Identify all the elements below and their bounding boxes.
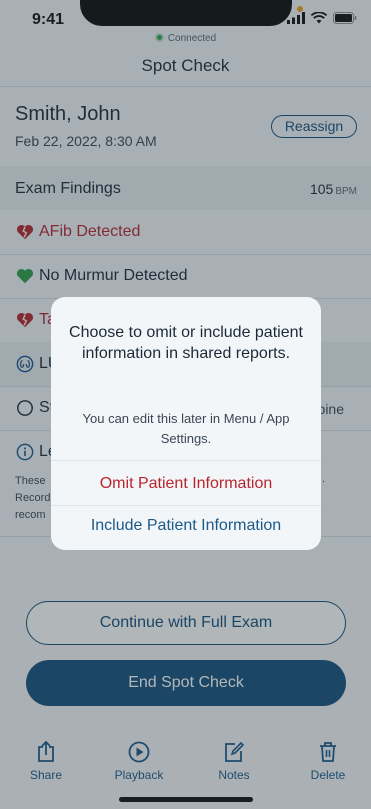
omit-patient-info-button[interactable]: Omit Patient Information bbox=[51, 462, 321, 506]
dialog-divider bbox=[51, 460, 321, 461]
dialog-message: You can edit this later in Menu / App Se… bbox=[82, 411, 290, 446]
dialog-title: Choose to omit or include patient inform… bbox=[69, 324, 303, 362]
spot-check-screen: 9:41 Connected Spot Check Smith, John Fe… bbox=[0, 0, 371, 809]
include-patient-info-button[interactable]: Include Patient Information bbox=[51, 504, 321, 548]
patient-info-dialog: Choose to omit or include patient inform… bbox=[51, 297, 321, 550]
